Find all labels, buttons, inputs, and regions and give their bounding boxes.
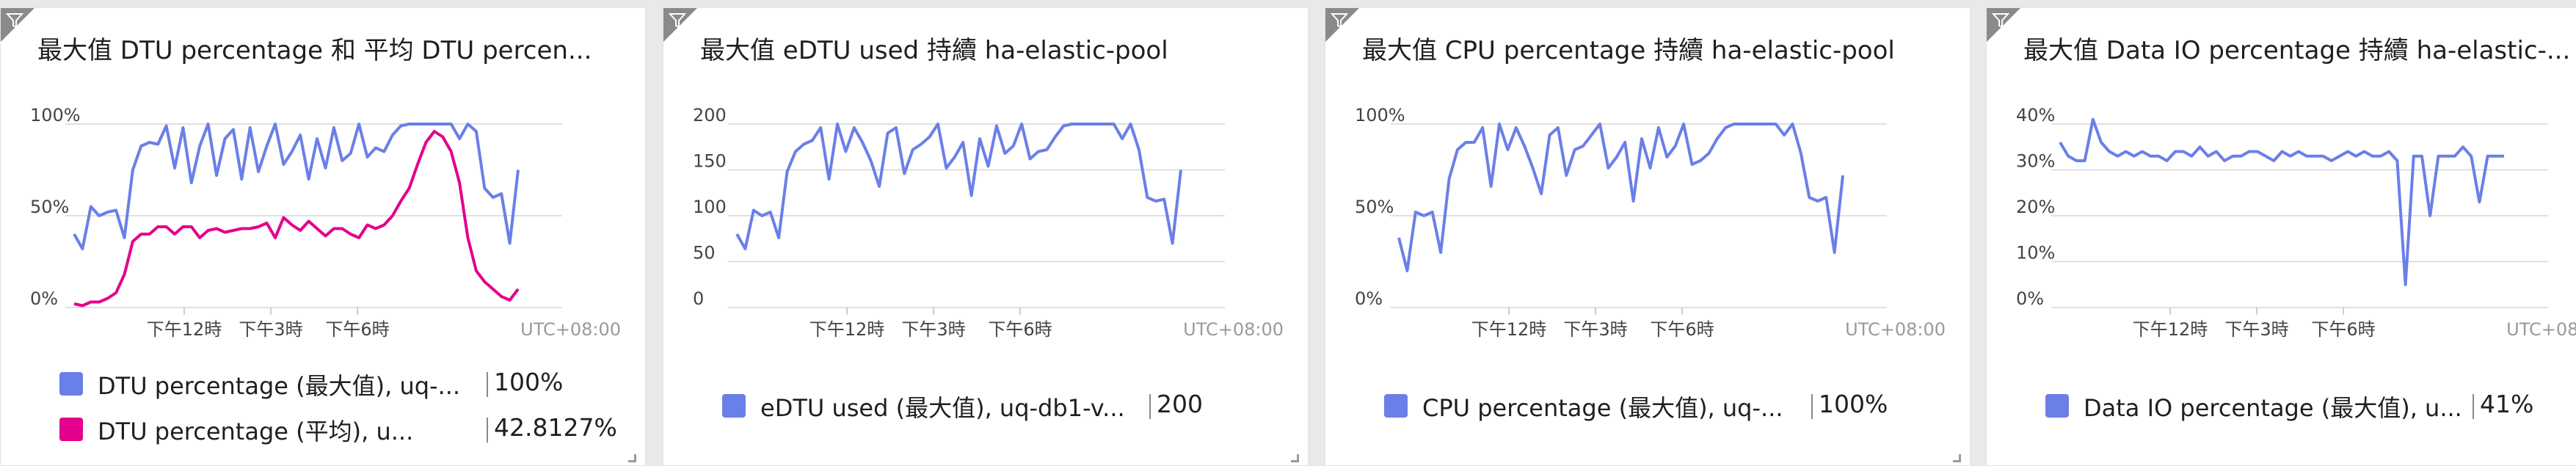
series-line <box>2059 117 2504 286</box>
tile-title: 最大值 eDTU used 持續 ha-elastic-pool <box>700 36 1168 65</box>
x-tick-label: 下午3時 <box>901 319 965 340</box>
y-tick-label: 30% <box>2016 151 2055 172</box>
y-tick-label: 100 <box>693 197 727 217</box>
legend-swatch <box>1384 394 1408 418</box>
legend-label: DTU percentage (平均), u... <box>98 418 414 445</box>
line-chart: 200 150 100 50 0 下午12時 下午3時 下午6時 UTC+08:00 <box>693 105 1284 340</box>
y-tick-label: 0% <box>2016 288 2044 309</box>
x-tick-label: 下午12時 <box>809 319 885 340</box>
x-tick-label: 下午6時 <box>325 319 389 340</box>
filter-icon[interactable] <box>668 11 687 30</box>
legend-swatch <box>59 372 83 396</box>
chart-tile[interactable]: 最大值 CPU percentage 持續 ha-elastic-pool 100… <box>1325 7 1971 466</box>
y-tick-label: 10% <box>2016 243 2055 263</box>
timezone-label: UTC+08:00 <box>2506 319 2576 340</box>
legend-swatch <box>59 418 83 441</box>
legend-swatch <box>2045 394 2069 418</box>
resize-handle[interactable] <box>1291 454 1299 462</box>
resize-handle[interactable] <box>1953 454 1961 462</box>
x-tick-label: 下午12時 <box>147 319 222 340</box>
timezone-label: UTC+08:00 <box>520 319 621 340</box>
x-tick-label: 下午6時 <box>988 319 1052 340</box>
line-chart: 40% 30% 20% 10% 0% 下午12時下午3時 下午6時 UTC+08:00 <box>2016 105 2576 340</box>
legend-separator <box>487 418 488 443</box>
x-tick-label: 下午6時 <box>2311 319 2375 340</box>
y-tick-label: 50% <box>1355 197 1394 217</box>
legend-label: eDTU used (最大值), uq-db1-v... <box>760 394 1125 422</box>
chart-tile[interactable]: 最大值 Data IO percentage 持續 ha-elastic-...… <box>1986 7 2576 466</box>
legend-separator <box>1149 394 1151 419</box>
y-tick-label: 100% <box>30 105 81 125</box>
y-tick-label: 0% <box>30 288 58 309</box>
x-tick-label: 下午3時 <box>2224 319 2288 340</box>
legend-value: 100% <box>1819 390 1888 418</box>
y-tick-label: 50 <box>693 243 716 263</box>
y-tick-label: 150 <box>693 151 727 172</box>
legend-label: Data IO percentage (最大值), u... <box>2084 394 2462 422</box>
tile-title: 最大值 DTU percentage 和 平均 DTU percen... <box>37 36 592 65</box>
chart-tile[interactable]: 最大值 eDTU used 持續 ha-elastic-pool 200 150 10… <box>663 7 1309 466</box>
series-line <box>73 123 520 250</box>
filter-icon[interactable] <box>5 11 24 30</box>
legend-separator <box>2473 394 2474 419</box>
y-tick-label: 0 <box>693 288 704 309</box>
legend-separator <box>1811 394 1813 419</box>
y-tick-label: 20% <box>2016 197 2055 217</box>
x-tick-label: 下午3時 <box>239 319 302 340</box>
series-line <box>1397 123 1844 272</box>
legend-value: 100% <box>494 368 564 396</box>
legend-swatch <box>722 394 746 418</box>
y-tick-label: 0% <box>1355 288 1383 309</box>
tile-title: 最大值 CPU percentage 持續 ha-elastic-pool <box>1362 36 1895 65</box>
line-chart: 100% 50% 0% 下午12時 下午3時 下午6時 UTC+08:00 <box>30 105 621 340</box>
x-tick-label: 下午3時 <box>1563 319 1627 340</box>
series-line <box>735 123 1182 250</box>
tile-title: 最大值 Data IO percentage 持續 ha-elastic-... <box>2023 36 2571 65</box>
x-tick-label: 下午12時 <box>2133 319 2208 340</box>
y-tick-label: 40% <box>2016 105 2055 125</box>
legend-value: 200 <box>1157 390 1203 418</box>
line-chart: 100% 50% 0% 下午12時 下午3時 下午6時 UTC+08:00 <box>1355 105 1946 340</box>
y-tick-label: 50% <box>30 197 69 217</box>
x-tick-label: 下午12時 <box>1471 319 1547 340</box>
y-tick-label: 100% <box>1355 105 1405 125</box>
legend-label: DTU percentage (最大值), uq-... <box>98 372 461 400</box>
resize-handle[interactable] <box>628 454 636 462</box>
legend-label: CPU percentage (最大值), uq-... <box>1422 394 1783 422</box>
legend-separator <box>487 372 488 397</box>
timezone-label: UTC+08:00 <box>1183 319 1284 340</box>
legend-value: 41% <box>2480 390 2534 418</box>
x-tick-label: 下午6時 <box>1650 319 1714 340</box>
filter-icon[interactable] <box>1330 11 1349 30</box>
y-tick-label: 200 <box>693 105 727 125</box>
filter-icon[interactable] <box>1991 11 2010 30</box>
chart-tile[interactable]: 最大值 DTU percentage 和 平均 DTU percen... 100… <box>0 7 646 466</box>
legend-value: 42.8127% <box>494 413 617 442</box>
timezone-label: UTC+08:00 <box>1845 319 1946 340</box>
series-line <box>73 130 520 307</box>
